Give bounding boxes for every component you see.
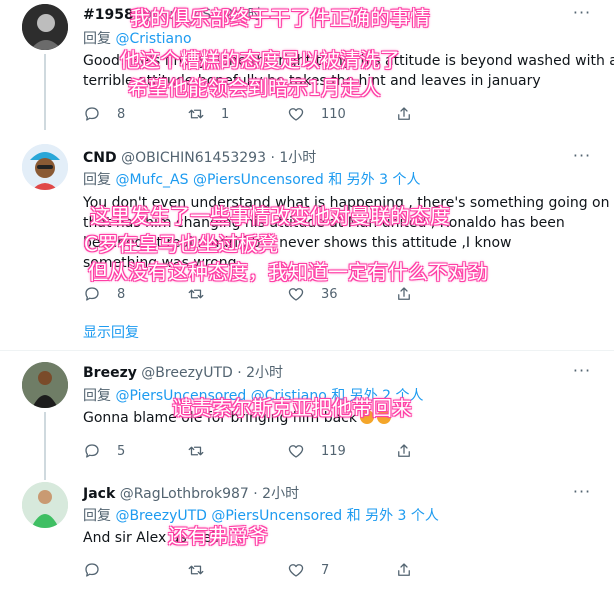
author-name[interactable]: Breezy: [83, 365, 137, 381]
reply-mentions[interactable]: @Cristiano: [115, 31, 191, 47]
more-options-icon[interactable]: ···: [572, 484, 592, 505]
overlay-line: 我的俱乐部终于干了件正确的事情: [130, 6, 430, 30]
retweet-button[interactable]: 1: [187, 104, 229, 124]
translation-overlay: 希望他能领会到暗示1月走人: [128, 76, 381, 100]
reply-mentions[interactable]: @Mufc_AS @PiersUncensored: [115, 172, 323, 188]
reply-icon: [85, 444, 99, 458]
heart-icon: [288, 108, 304, 121]
heart-icon: [288, 445, 304, 458]
author-handle-time[interactable]: @OBICHIN61453293 · 1小时: [121, 150, 316, 166]
avatar[interactable]: [22, 144, 68, 190]
tweet-text: And sir Alex as well: [83, 528, 583, 548]
reply-prefix: 回复: [83, 172, 111, 188]
retweet-button[interactable]: [187, 284, 221, 304]
reply-button[interactable]: 5: [83, 441, 125, 461]
like-button[interactable]: 7: [287, 560, 329, 580]
heart-icon: [288, 288, 304, 301]
overlay-line: 谴责索尔斯克亚把他带回来: [172, 396, 412, 420]
retweet-icon: [188, 109, 204, 119]
overlay-line: 这里发生了一些事情改变他对曼联的态度: [90, 204, 450, 228]
reply-prefix: 回复: [83, 508, 111, 524]
retweet-button[interactable]: [187, 560, 221, 580]
reply-button[interactable]: 8: [83, 284, 125, 304]
avatar[interactable]: [22, 362, 68, 408]
share-button[interactable]: [395, 284, 413, 304]
reply-icon: [85, 563, 99, 577]
author-handle-time[interactable]: @RagLothbrok987 · 2小时: [120, 486, 299, 502]
tweet-actions: 8 36: [83, 284, 583, 304]
tweet-actions: 7: [83, 560, 583, 580]
retweet-icon: [188, 289, 204, 299]
reply-icon: [85, 287, 99, 301]
reply-prefix: 回复: [83, 31, 111, 47]
overlay-line: C罗在皇马也坐过板凳: [84, 232, 278, 256]
tweet-text-line: And sir Alex as well: [83, 530, 219, 546]
share-icon: [398, 444, 410, 457]
translation-overlay: 他这个糟糕的态度足以被清洗了: [120, 48, 400, 72]
like-button[interactable]: 119: [287, 441, 346, 461]
share-icon: [398, 107, 410, 120]
like-count: 7: [321, 562, 330, 578]
reply-prefix: 回复: [83, 388, 111, 404]
translation-overlay: 但从没有这种态度，我知道一定有什么不对劲: [88, 260, 488, 284]
share-button[interactable]: [395, 104, 413, 124]
retweet-button[interactable]: [187, 441, 221, 461]
like-button[interactable]: 36: [287, 284, 338, 304]
reply-count: 8: [117, 286, 126, 302]
share-icon: [398, 287, 410, 300]
reply-count: 8: [117, 106, 126, 122]
overlay-line: 但从没有这种态度，我知道一定有什么不对劲: [88, 260, 488, 284]
reply-button[interactable]: [83, 560, 117, 580]
like-count: 119: [321, 443, 346, 459]
retweet-icon: [188, 446, 204, 456]
divider: [0, 350, 614, 351]
tweet-1[interactable]: #1958 @Mufc_AS · 2小时 ··· 回复 @Cristiano G…: [0, 0, 614, 130]
show-replies-link[interactable]: 显示回复: [83, 322, 139, 342]
overlay-line: 他这个糟糕的态度足以被清洗了: [120, 48, 400, 72]
author-handle-time[interactable]: @BreezyUTD · 2小时: [141, 365, 283, 381]
reply-icon: [85, 107, 99, 121]
share-button[interactable]: [395, 441, 413, 461]
like-button[interactable]: 110: [287, 104, 346, 124]
translation-overlay: 我的俱乐部终于干了件正确的事情: [130, 6, 430, 30]
retweet-count: 1: [221, 106, 230, 122]
like-count: 110: [321, 106, 346, 122]
more-options-icon[interactable]: ···: [572, 148, 592, 169]
reply-mentions[interactable]: @BreezyUTD @PiersUncensored: [115, 508, 342, 524]
tweet-4[interactable]: Jack @RagLothbrok987 · 2小时 ··· 回复 @Breez…: [0, 476, 614, 599]
translation-overlay: 谴责索尔斯克亚把他带回来: [172, 396, 412, 420]
author-name[interactable]: #1958: [83, 7, 134, 23]
tweet-3[interactable]: Breezy @BreezyUTD · 2小时 ··· 回复 @PiersUnc…: [0, 352, 614, 480]
share-icon: [398, 563, 410, 576]
thread-line: [44, 412, 46, 480]
reply-button[interactable]: 8: [83, 104, 125, 124]
overlay-line: 希望他能领会到暗示1月走人: [128, 76, 381, 100]
translation-overlay: 这里发生了一些事情改变他对曼联的态度: [90, 204, 450, 228]
more-options-icon[interactable]: ···: [572, 5, 592, 26]
author-name[interactable]: Jack: [83, 486, 115, 502]
retweet-icon: [188, 565, 204, 575]
tweet-actions: 5 119: [83, 441, 583, 461]
more-options-icon[interactable]: ···: [572, 363, 592, 384]
tweet-actions: 8 1 110: [83, 104, 583, 124]
heart-icon: [288, 564, 304, 577]
like-count: 36: [321, 286, 338, 302]
avatar[interactable]: [22, 4, 68, 50]
reply-others-link[interactable]: 和 另外 3 个人: [347, 508, 439, 524]
author-name[interactable]: CND: [83, 150, 117, 166]
thread-line: [44, 54, 46, 130]
reply-others-link[interactable]: 和 另外 3 个人: [328, 172, 420, 188]
share-button[interactable]: [395, 560, 413, 580]
reply-count: 5: [117, 443, 126, 459]
translation-overlay: C罗在皇马也坐过板凳: [84, 232, 278, 256]
overlay-line: 还有弗爵爷: [168, 524, 268, 548]
translation-overlay: 还有弗爵爷: [168, 524, 268, 548]
tweet-2[interactable]: CND @OBICHIN61453293 · 1小时 ··· 回复 @Mufc_…: [0, 138, 614, 348]
avatar[interactable]: [22, 482, 68, 528]
